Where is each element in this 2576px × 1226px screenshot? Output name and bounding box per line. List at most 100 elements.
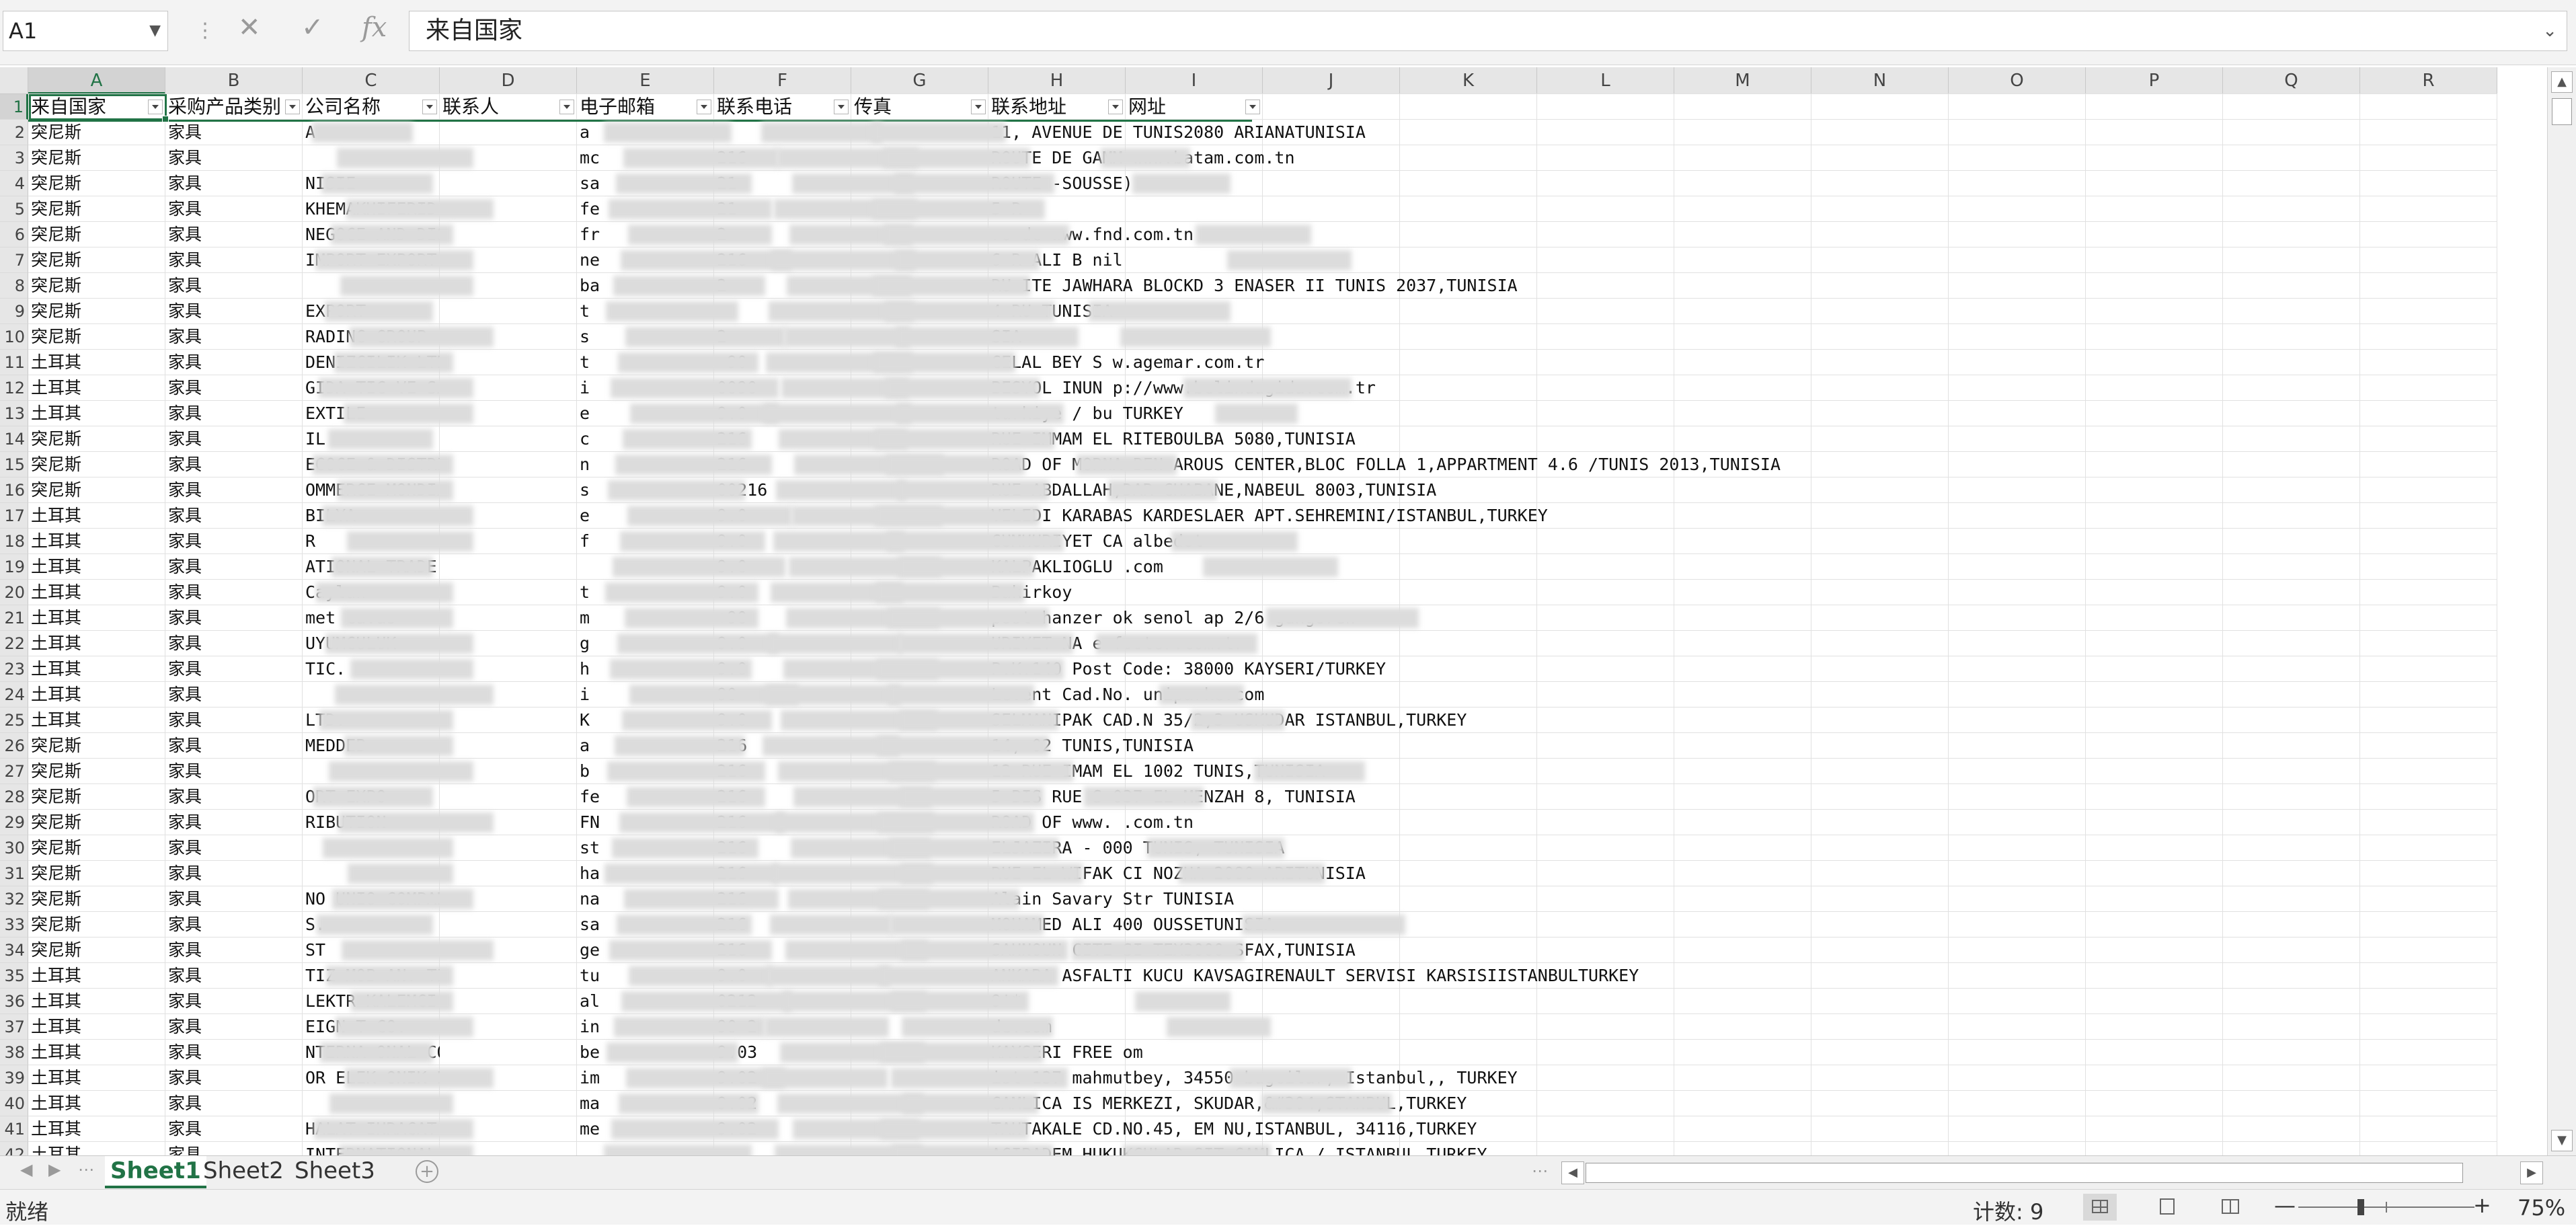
row-header[interactable]: 3	[0, 145, 28, 171]
cell-a[interactable]: 突尼斯	[28, 171, 81, 196]
cell-a[interactable]: 土耳其	[28, 1091, 81, 1116]
cell-a[interactable]: 土耳其	[28, 605, 81, 631]
cell-e[interactable]: st	[577, 835, 600, 861]
cell-e[interactable]: in	[577, 1014, 600, 1040]
cell-e[interactable]: a	[577, 120, 590, 145]
worksheet-grid[interactable]: ABCDEFGHIJKLMNOPQR 1 2 3 4 5 6 7 8 9 10 11 12 13 14 15…	[0, 67, 2547, 1155]
column-header-k[interactable]: K	[1400, 67, 1537, 94]
row-header[interactable]: 8	[0, 273, 28, 299]
cell-b[interactable]: 家具	[165, 401, 202, 426]
column-header-f[interactable]: F	[714, 67, 851, 94]
page-layout-button[interactable]	[2150, 1194, 2184, 1221]
formula-input[interactable]: 来自国家 ⌄	[409, 11, 2567, 51]
cell-a[interactable]: 土耳其	[28, 963, 81, 989]
cell-e[interactable]: be	[577, 1040, 600, 1065]
cell-h[interactable]: RU ITE JAWHARA BLOCKD 3 ENASER II TUNIS …	[988, 273, 1518, 299]
cell-a[interactable]: 土耳其	[28, 401, 81, 426]
cell-c[interactable]: ST	[303, 937, 325, 963]
row-header[interactable]: 4	[0, 171, 28, 196]
cell-b[interactable]: 家具	[165, 963, 202, 989]
expand-formula-icon[interactable]: ⌄	[2542, 11, 2557, 50]
header-cell[interactable]: 采购产品类别	[165, 94, 285, 120]
cell-a[interactable]: 突尼斯	[28, 477, 81, 503]
cell-b[interactable]: 家具	[165, 273, 202, 299]
row-header[interactable]: 13	[0, 401, 28, 426]
cell-b[interactable]: 家具	[165, 375, 202, 401]
cell-a[interactable]: 土耳其	[28, 631, 81, 656]
zoom-out-button[interactable]: —	[2274, 1192, 2296, 1218]
row-header[interactable]: 10	[0, 324, 28, 350]
cell-e[interactable]	[577, 554, 580, 580]
cell-b[interactable]: 家具	[165, 682, 202, 707]
cell-a[interactable]: 突尼斯	[28, 247, 81, 273]
cell-a[interactable]: 突尼斯	[28, 733, 81, 759]
cell-e[interactable]: sa	[577, 171, 600, 196]
cell-e[interactable]: sa	[577, 912, 600, 937]
cell-b[interactable]: 家具	[165, 196, 202, 222]
row-header[interactable]: 39	[0, 1065, 28, 1091]
header-cell[interactable]: 电子邮箱	[577, 94, 697, 120]
cell-b[interactable]: 家具	[165, 145, 202, 171]
cell-e[interactable]: g	[577, 631, 590, 656]
cell-b[interactable]: 家具	[165, 707, 202, 733]
cell-e[interactable]: ge	[577, 937, 600, 963]
cell-e[interactable]: fe	[577, 196, 600, 222]
cell-a[interactable]: 突尼斯	[28, 120, 81, 145]
cell-a[interactable]: 突尼斯	[28, 196, 81, 222]
tab-next-icon[interactable]: ▶	[48, 1160, 61, 1179]
header-cell[interactable]: 传真	[851, 94, 971, 120]
cell-e[interactable]: mc	[577, 145, 600, 171]
row-header[interactable]: 32	[0, 886, 28, 912]
row-header[interactable]: 20	[0, 580, 28, 605]
cell-a[interactable]: 突尼斯	[28, 273, 81, 299]
cell-e[interactable]: ha	[577, 861, 600, 886]
cell-b[interactable]: 家具	[165, 426, 202, 452]
tab-more-icon[interactable]: ⋯	[78, 1160, 94, 1179]
cell-b[interactable]: 家具	[165, 222, 202, 247]
cell-a[interactable]: 突尼斯	[28, 452, 81, 477]
cell-e[interactable]: FN	[577, 810, 600, 835]
column-header-r[interactable]: R	[2360, 67, 2497, 94]
cell-e[interactable]: s	[577, 324, 590, 350]
cell-e[interactable]: n	[577, 452, 590, 477]
cell-d[interactable]	[440, 784, 442, 810]
cell-e[interactable]: na	[577, 886, 600, 912]
cell-b[interactable]: 家具	[165, 1014, 202, 1040]
select-all-corner[interactable]	[0, 67, 28, 94]
tab-split-icon[interactable]: ⋯	[1532, 1161, 1548, 1180]
cell-a[interactable]: 突尼斯	[28, 222, 81, 247]
cell-e[interactable]: fe	[577, 784, 600, 810]
cell-e[interactable]: K	[577, 707, 590, 733]
row-header[interactable]: 14	[0, 426, 28, 452]
row-header[interactable]: 7	[0, 247, 28, 273]
cell-e[interactable]: al	[577, 989, 600, 1014]
row-header[interactable]: 27	[0, 759, 28, 784]
cell-e[interactable]: f	[577, 529, 590, 554]
row-header[interactable]: 5	[0, 196, 28, 222]
cell-b[interactable]: 家具	[165, 912, 202, 937]
cell-a[interactable]: 土耳其	[28, 989, 81, 1014]
cell-c[interactable]: TIC.	[303, 656, 346, 682]
cell-b[interactable]: 家具	[165, 784, 202, 810]
row-header[interactable]: 6	[0, 222, 28, 247]
column-header-c[interactable]: C	[303, 67, 440, 94]
cell-e[interactable]: e	[577, 401, 590, 426]
column-header-i[interactable]: I	[1126, 67, 1263, 94]
cell-h[interactable]: CAMLICA IS MERKEZI, SKUDAR,&#304;STANBUL…	[988, 1091, 1467, 1116]
tab-sheet2[interactable]: Sheet2	[198, 1156, 289, 1186]
cell-e[interactable]: tu	[577, 963, 600, 989]
cell-e[interactable]: b	[577, 759, 590, 784]
cell-b[interactable]: 家具	[165, 1065, 202, 1091]
row-header[interactable]: 19	[0, 554, 28, 580]
cell-a[interactable]: 土耳其	[28, 350, 81, 375]
cell-b[interactable]: 家具	[165, 1142, 202, 1155]
cell-c[interactable]: R	[303, 529, 315, 554]
normal-view-button[interactable]	[2083, 1194, 2117, 1221]
filter-dropdown-icon[interactable]	[971, 100, 986, 114]
cell-b[interactable]: 家具	[165, 477, 202, 503]
column-header-b[interactable]: B	[165, 67, 303, 94]
cell-b[interactable]: 家具	[165, 324, 202, 350]
row-header[interactable]: 22	[0, 631, 28, 656]
column-header-a[interactable]: A	[28, 67, 165, 94]
cell-b[interactable]: 家具	[165, 886, 202, 912]
